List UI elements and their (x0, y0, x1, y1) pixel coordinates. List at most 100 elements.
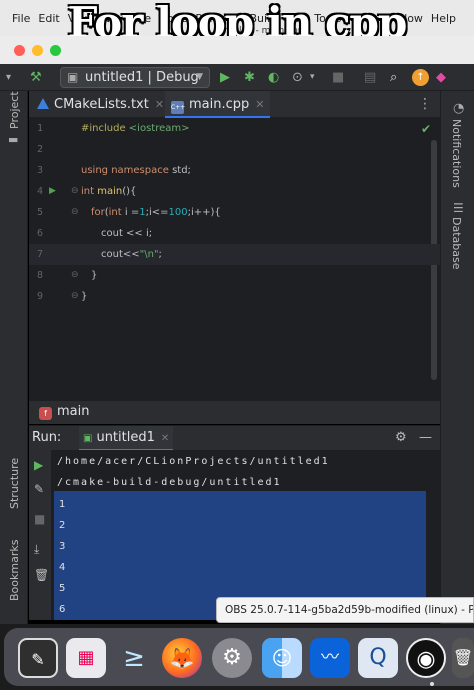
obs-icon[interactable]: ◉ (406, 638, 446, 678)
line-number: 6 (36, 228, 43, 239)
code-line-current: 7 cout<<"\n"; (29, 244, 440, 265)
gear-icon[interactable]: ⚙ (395, 426, 407, 450)
close-icon[interactable]: ✕ (155, 98, 164, 111)
jetbrains-logo-icon[interactable]: ◆ (436, 70, 446, 85)
trash-icon[interactable]: 🗑 (452, 638, 474, 678)
close-icon[interactable]: ✕ (255, 98, 264, 111)
code-text: #include <iostream> (81, 123, 190, 134)
run-tab-untitled1[interactable]: ▣ untitled1 ✕ (79, 426, 174, 451)
code-line: 9 ⊖ } (29, 286, 440, 307)
code-line: 6 cout << i; (29, 223, 440, 244)
notifications-bell-icon: ◔ (453, 101, 465, 116)
stop-icon[interactable]: ■ (332, 70, 344, 85)
cmake-target-icon: ▣ (67, 70, 79, 84)
ide-toolbar: ▾ ⚒ ▣ untitled1 | Debug ▼ ▶ ✱ ◐ ⊙ ▾ ■ ▤ … (0, 64, 474, 91)
console-output-line: 3 (59, 541, 66, 552)
run-configuration-select[interactable]: ▣ untitled1 | Debug ▼ (60, 67, 210, 88)
tab-main-cpp-label: main.cpp (189, 97, 250, 112)
code-line: 5 ⊖ for(int i =1;i<=100;i++){ (29, 202, 440, 223)
terminal-icon[interactable]: ≥ (114, 638, 154, 678)
more-run-options-icon[interactable]: ▾ (310, 70, 315, 85)
console-path-line: /cmake-build-debug/untitled1 (57, 477, 282, 488)
code-line: 4 ▶ ⊖ int main(){ (29, 181, 440, 202)
update-icon[interactable]: ↑ (412, 69, 429, 86)
close-icon[interactable]: ✕ (161, 433, 169, 444)
coverage-icon[interactable]: ◐ (268, 70, 279, 85)
console-output-line: 6 (59, 604, 66, 615)
breadcrumb-label: main (57, 404, 90, 419)
line-number: 7 (36, 249, 43, 260)
launchpad-icon[interactable]: ▦ (66, 638, 106, 678)
fold-icon[interactable]: ⊖ (71, 265, 79, 286)
console-output-line: 5 (59, 583, 66, 594)
code-text: int main(){ (81, 186, 137, 197)
console-output-line: 2 (59, 520, 66, 531)
more-tabs-icon[interactable]: ⋮ (418, 91, 432, 118)
minimize-panel-icon[interactable]: — (419, 426, 432, 450)
structure-tool-button[interactable]: Structure (8, 458, 21, 509)
finder-icon[interactable]: ☺ (262, 638, 302, 678)
window-title-bar (0, 36, 474, 64)
code-line: 1 #include <iostream> (29, 118, 440, 139)
rerun-icon[interactable]: ▶ (34, 458, 43, 472)
run-toolbar: ▶ ✎ ■ ⤓ 🗑 (29, 450, 51, 620)
code-text: for(int i =1;i<=100;i++){ (91, 207, 221, 218)
vcs-icon[interactable]: ▤ (364, 70, 376, 85)
wrench-icon[interactable]: ✎ (34, 482, 44, 496)
trash-icon[interactable]: 🗑 (34, 568, 49, 582)
fold-icon[interactable]: ⊖ (71, 202, 79, 223)
code-text: cout << i; (101, 228, 153, 239)
dock: ✎ ▦ ≥ 🦊 ⚙ ☺ 〰 Q ◉ 🗑 (0, 624, 474, 690)
tab-main-cpp[interactable]: C++ main.cpp ✕ (165, 91, 271, 118)
console-output-line: 1 (59, 499, 66, 510)
line-number: 4 (36, 186, 43, 197)
firefox-icon[interactable]: 🦊 (162, 638, 202, 678)
run-panel-title: Run: (32, 430, 62, 445)
quicktime-icon[interactable]: Q (358, 638, 398, 678)
line-number: 5 (36, 207, 43, 218)
stop-icon[interactable]: ■ (34, 512, 45, 526)
line-number: 9 (36, 291, 43, 302)
toolbar-menu-arrow-icon[interactable]: ▾ (6, 70, 11, 85)
console-output-line: 4 (59, 562, 66, 573)
function-icon: f (39, 407, 52, 420)
tab-cmakelists-label: CMakeLists.txt (54, 97, 149, 112)
code-line: 8 ⊖ } (29, 265, 440, 286)
console-path-line: /home/acer/CLionProjects/untitled1 (57, 456, 330, 467)
run-gutter-icon[interactable]: ▶ (49, 181, 56, 202)
close-window-button[interactable] (14, 45, 25, 56)
minimize-window-button[interactable] (32, 45, 43, 56)
activity-monitor-icon[interactable]: 〰 (310, 638, 350, 678)
code-line: 2 (29, 139, 440, 160)
running-indicator (430, 682, 434, 686)
code-line: 3 using namespace std; (29, 160, 440, 181)
breadcrumb[interactable]: f main (29, 400, 440, 424)
settings-icon[interactable]: ⚙ (212, 638, 252, 678)
run-tab-label: untitled1 (96, 430, 155, 445)
code-text: using namespace std; (81, 165, 191, 176)
obs-tooltip: OBS 25.0.7-114-g5ba2d59b-modified (linux… (216, 597, 474, 623)
project-tool-button[interactable]: Project (8, 91, 21, 129)
code-editor[interactable]: ✔ 1 #include <iostream> 2 3 using namesp… (29, 118, 440, 400)
build-hammer-icon[interactable]: ⚒ (30, 70, 42, 85)
tab-cmakelists[interactable]: CMakeLists.txt ✕ (37, 91, 164, 118)
profiler-icon[interactable]: ⊙ (292, 70, 303, 85)
fold-icon[interactable]: ⊖ (71, 181, 79, 202)
notes-icon[interactable]: ✎ (18, 638, 58, 678)
scroll-to-end-icon[interactable]: ⤓ (34, 542, 39, 557)
database-tool-button[interactable]: Database (450, 217, 463, 270)
run-console[interactable]: /home/acer/CLionProjects/untitled1 /cmak… (51, 450, 440, 620)
project-folder-icon: ▬ (8, 133, 19, 146)
zoom-window-button[interactable] (50, 45, 61, 56)
notifications-tool-button[interactable]: Notifications (450, 119, 463, 188)
line-number: 8 (36, 270, 43, 281)
chevron-down-icon: ▼ (196, 72, 203, 82)
debug-icon[interactable]: ✱ (244, 70, 255, 85)
search-icon[interactable]: ⌕ (390, 70, 397, 85)
run-icon[interactable]: ▶ (220, 70, 230, 85)
fold-icon[interactable]: ⊖ (71, 286, 79, 307)
code-text: cout<<"\n"; (101, 249, 162, 260)
bookmarks-tool-button[interactable]: Bookmarks (8, 540, 21, 601)
cpp-file-icon: C++ (171, 101, 185, 114)
run-configuration-label: untitled1 | Debug (85, 70, 199, 85)
